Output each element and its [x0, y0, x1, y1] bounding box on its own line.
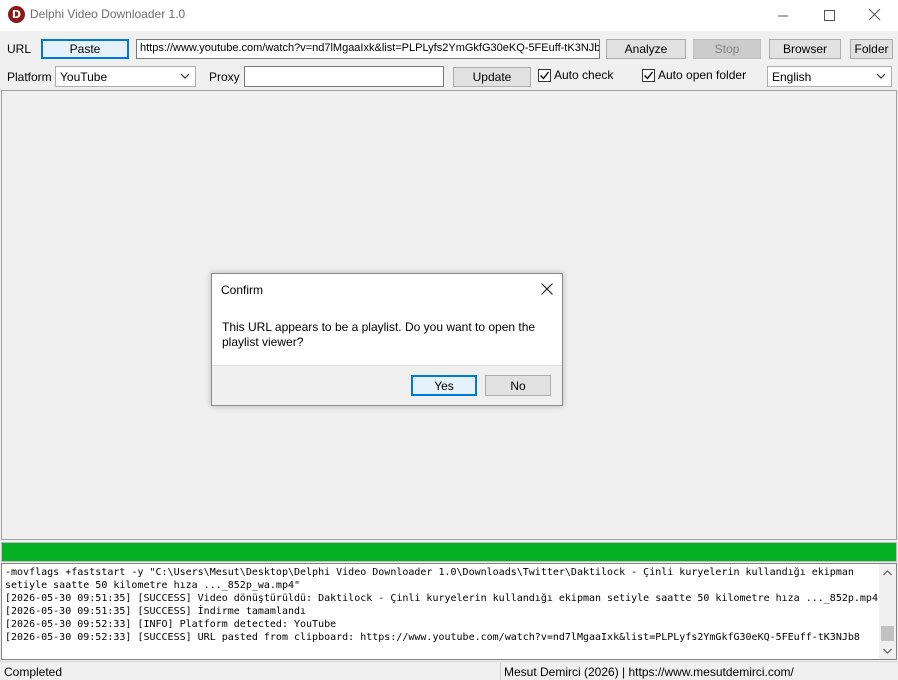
- log-lines: -movflags +faststart -y "C:\Users\Mesut\…: [5, 566, 880, 644]
- browser-button[interactable]: Browser: [769, 39, 841, 59]
- chevron-up-icon: [883, 569, 892, 575]
- yes-button[interactable]: Yes: [411, 375, 477, 396]
- chevron-down-icon: [876, 73, 886, 79]
- status-divider: [500, 663, 501, 680]
- status-bar: Completed Mesut Demirci (2026) | https:/…: [0, 661, 898, 680]
- auto-check-label: Auto check: [554, 68, 614, 82]
- url-input[interactable]: https://www.youtube.com/watch?v=nd7lMgaa…: [136, 39, 600, 59]
- auto-check-checkbox[interactable]: Auto check: [538, 68, 613, 82]
- url-label: URL: [7, 42, 32, 56]
- log-line: -movflags +faststart -y "C:\Users\Mesut\…: [5, 567, 854, 578]
- auto-open-folder-checkbox[interactable]: Auto open folder: [642, 68, 746, 82]
- checkmark-icon: [540, 71, 550, 80]
- close-window-button[interactable]: [852, 0, 898, 30]
- checkbox-box: [642, 68, 655, 82]
- checkmark-icon: [644, 71, 654, 80]
- log-scrollbar[interactable]: [879, 564, 896, 659]
- log-textarea[interactable]: -movflags +faststart -y "C:\Users\Mesut\…: [1, 563, 897, 660]
- credit-text: Mesut Demirci (2026) | https://www.mesut…: [504, 665, 794, 679]
- folder-button[interactable]: Folder: [850, 39, 893, 59]
- platform-select-value: YouTube: [60, 70, 108, 84]
- no-button[interactable]: No: [485, 375, 551, 396]
- confirm-dialog: Confirm This URL appears to be a playlis…: [211, 273, 563, 406]
- stop-button[interactable]: Stop: [693, 39, 761, 59]
- log-line: [2026-05-30 09:52:33] [SUCCESS] URL past…: [5, 632, 860, 643]
- status-text: Completed: [4, 665, 63, 679]
- close-icon: [541, 283, 553, 295]
- scroll-thumb[interactable]: [881, 626, 894, 641]
- dialog-close-button[interactable]: [538, 280, 556, 298]
- progress-fill: [2, 543, 896, 561]
- proxy-input[interactable]: [244, 66, 444, 87]
- log-line: [2026-05-30 09:52:33] [INFO] Platform de…: [5, 619, 337, 630]
- download-progress-bar: [1, 542, 897, 562]
- paste-button[interactable]: Paste: [41, 39, 129, 59]
- maximize-icon: [823, 9, 835, 21]
- language-select[interactable]: English: [767, 66, 892, 87]
- platform-select[interactable]: YouTube: [55, 66, 196, 87]
- proxy-label: Proxy: [209, 70, 240, 84]
- maximize-button[interactable]: [806, 0, 852, 30]
- log-line: [2026-05-30 09:51:35] [SUCCESS] İndirme …: [5, 606, 307, 617]
- dialog-footer: Yes No: [212, 365, 562, 405]
- minimize-icon: [777, 15, 788, 16]
- dialog-message: This URL appears to be a playlist. Do yo…: [222, 320, 536, 349]
- scroll-down-button[interactable]: [879, 642, 896, 659]
- app-logo-icon: D: [8, 6, 25, 23]
- platform-label: Platform: [7, 70, 52, 84]
- close-icon: [869, 9, 881, 21]
- title-bar: D Delphi Video Downloader 1.0: [0, 0, 898, 31]
- update-button[interactable]: Update: [453, 67, 531, 87]
- language-select-value: English: [772, 70, 812, 84]
- window-title: Delphi Video Downloader 1.0: [30, 7, 186, 21]
- chevron-down-icon: [180, 73, 190, 79]
- auto-open-folder-label: Auto open folder: [658, 68, 747, 82]
- log-line: setiyle saatte 50 kilometre hıza ..._852…: [5, 580, 301, 591]
- dialog-title: Confirm: [221, 283, 264, 297]
- analyze-button[interactable]: Analyze: [606, 39, 686, 59]
- minimize-button[interactable]: [760, 0, 806, 30]
- log-line: [2026-05-30 09:51:35] [SUCCESS] Video dö…: [5, 593, 878, 604]
- scroll-up-button[interactable]: [879, 564, 896, 581]
- checkbox-box: [538, 68, 551, 82]
- chevron-down-icon: [883, 648, 892, 654]
